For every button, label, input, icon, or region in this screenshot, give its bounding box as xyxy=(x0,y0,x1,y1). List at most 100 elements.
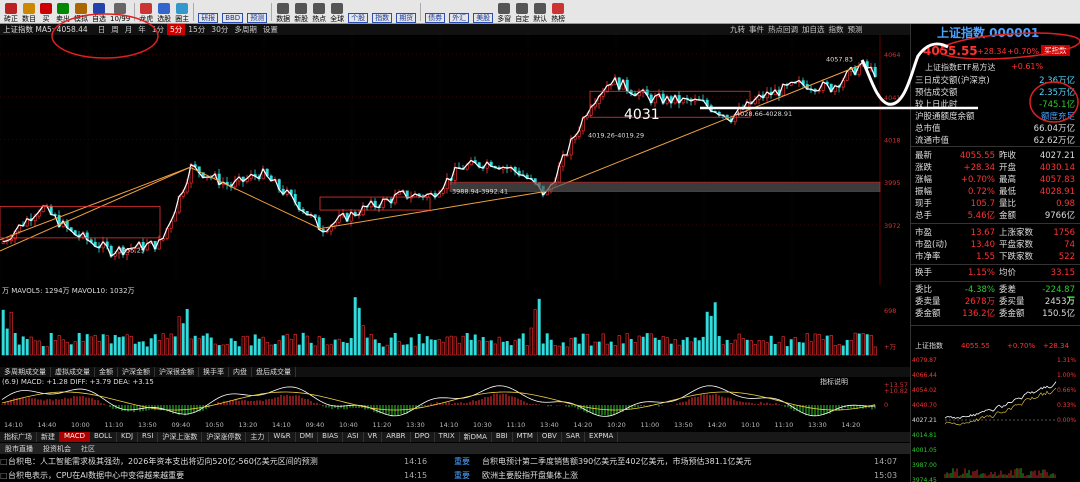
toolbar-label: 砖正 xyxy=(4,15,18,23)
toolbar-button-3[interactable]: 卖出 xyxy=(54,0,72,23)
indicator-tab-13[interactable]: VR xyxy=(364,432,383,442)
period-3[interactable]: 年 xyxy=(135,24,149,35)
right-menu-5[interactable]: 预测 xyxy=(846,24,865,35)
indicator-tab-3[interactable]: BOLL xyxy=(90,432,117,442)
toolbar-label: 数据 xyxy=(276,15,291,23)
news-tab-1[interactable]: 投资机会 xyxy=(38,444,76,454)
volume-tab-1[interactable]: 虚拟成交量 xyxy=(51,367,95,377)
indicator-tab-17[interactable]: 新DMA xyxy=(460,432,492,442)
indicator-tab-1[interactable]: 新建 xyxy=(37,432,60,442)
toolbar-button-8[interactable]: 龙虎 xyxy=(137,0,155,23)
time-tick: 10:20 xyxy=(607,421,626,429)
volume-tab-2[interactable]: 金额 xyxy=(95,367,118,377)
indicator-tab-14[interactable]: ARBR xyxy=(382,432,411,442)
toolbar-button-19[interactable]: 全球 xyxy=(328,0,346,23)
right-menu-1[interactable]: 事件 xyxy=(747,24,766,35)
mini-intraday-chart[interactable]: 上证指数 4055.55 +0.70% +28.34 4079.87 4066.44 405… xyxy=(911,338,1080,482)
indicator-tab-6[interactable]: 沪深上涨数 xyxy=(158,432,203,442)
volume-tab-5[interactable]: 换手率 xyxy=(199,367,229,377)
indicator-tab-12[interactable]: ASI xyxy=(343,432,364,442)
toolbar-button-28[interactable]: 自定 xyxy=(513,0,531,23)
indicator-tab-16[interactable]: TRIX xyxy=(435,432,460,442)
toolbar-button-20[interactable]: 个股 xyxy=(346,0,370,23)
kline-chart[interactable]: 4064 4041 4018 3995 3972 4057.83 4019.26-4019.… xyxy=(0,35,910,285)
toolbar-button-13[interactable]: BBD xyxy=(220,0,245,23)
toolbar-button-10[interactable]: 圈主 xyxy=(173,0,191,23)
toolbar-button-18[interactable]: 热点 xyxy=(310,0,328,23)
indicator-tab-18[interactable]: BBI xyxy=(492,432,513,442)
toolbar-button-24[interactable]: 债券 xyxy=(423,0,447,23)
toolbar-button-14[interactable]: 预测 xyxy=(245,0,269,23)
news-tab-0[interactable]: 股市直播 xyxy=(0,444,38,454)
news-headline: 台积电：人工智能需求极其强劲，2026年资本支出将迈向520亿-560亿美元区间… xyxy=(8,456,318,466)
toolbar-button-6[interactable]: 10/99 xyxy=(108,0,132,23)
news-tab-2[interactable]: 社区 xyxy=(76,444,100,454)
period-0[interactable]: 日 xyxy=(95,24,109,35)
etf-name[interactable]: 上证指数ETF易方达 xyxy=(925,62,996,73)
indicator-tab-2[interactable]: MACD xyxy=(60,432,90,442)
volume-bar xyxy=(105,335,109,356)
indicator-tab-9[interactable]: W&R xyxy=(269,432,296,442)
news-row[interactable]: □ 台积电表示，CPU在AI数据中心中变得越来越重要 14:15 重要 欧洲主要股指开盘… xyxy=(0,468,910,482)
indicator-tab-19[interactable]: MTM xyxy=(513,432,538,442)
volume-bar xyxy=(273,343,277,356)
indicator-tab-15[interactable]: DPO xyxy=(411,432,435,442)
period-1[interactable]: 周 xyxy=(108,24,122,35)
indicator-tab-8[interactable]: 主力 xyxy=(246,432,270,442)
toolbar-button-12[interactable]: 研报 xyxy=(196,0,220,23)
volume-tab-6[interactable]: 内盘 xyxy=(229,367,252,377)
indicator-tab-21[interactable]: SAR xyxy=(562,432,586,442)
period-4[interactable]: 1分 xyxy=(149,24,167,35)
right-menu-2[interactable]: 热点回调 xyxy=(766,24,800,35)
toolbar-button-9[interactable]: 选股 xyxy=(155,0,173,23)
quote-label: 委差 xyxy=(999,285,1017,295)
volume-tab-4[interactable]: 沪深很金额 xyxy=(155,367,199,377)
toolbar-button-0[interactable]: 砖正 xyxy=(2,0,20,23)
indicator-tab-5[interactable]: RSI xyxy=(138,432,159,442)
volume-tab-7[interactable]: 盘后成交量 xyxy=(252,367,296,377)
toolbar-button-26[interactable]: 美股 xyxy=(471,0,495,23)
toolbar-icon xyxy=(5,3,17,14)
macd-label: (6.9) MACD: +1.28 DIFF: +3.79 DEA: +3.15 xyxy=(2,378,154,386)
buy-index-button[interactable]: 买指数 xyxy=(1041,45,1070,56)
right-menu-3[interactable]: 加自选 xyxy=(800,24,827,35)
toolbar-button-25[interactable]: 外汇 xyxy=(447,0,471,23)
period-6[interactable]: 15分 xyxy=(185,24,208,35)
news-row[interactable]: □ 台积电：人工智能需求极其强劲，2026年资本支出将迈向520亿-560亿美元区… xyxy=(0,454,910,468)
period-9[interactable]: 设置 xyxy=(260,24,281,35)
toolbar-button-16[interactable]: 数据 xyxy=(274,0,292,23)
toolbar-button-17[interactable]: 新股 xyxy=(292,0,310,23)
volume-bar xyxy=(633,342,637,356)
toolbar-button-2[interactable]: 买 xyxy=(38,0,54,23)
time-tick: 10:00 xyxy=(71,421,90,429)
volume-tab-0[interactable]: 多周期成交量 xyxy=(0,367,51,377)
period-2[interactable]: 月 xyxy=(122,24,136,35)
toolbar-button-30[interactable]: 热榜 xyxy=(549,0,567,23)
volume-bar xyxy=(365,337,369,356)
volume-bar xyxy=(333,339,337,356)
indicator-tab-0[interactable]: 指标广场 xyxy=(0,432,37,442)
indicator-tab-20[interactable]: OBV xyxy=(538,432,562,442)
toolbar-button-22[interactable]: 期货 xyxy=(394,0,418,23)
volume-bar xyxy=(297,344,301,356)
volume-tab-3[interactable]: 沪深金额 xyxy=(118,367,155,377)
indicator-tab-4[interactable]: KDJ xyxy=(117,432,139,442)
right-menu-0[interactable]: 九转 xyxy=(728,24,747,35)
toolbar-button-27[interactable]: 多窗 xyxy=(495,0,513,23)
toolbar-button-21[interactable]: 指数 xyxy=(370,0,394,23)
indicator-tab-11[interactable]: BIAS xyxy=(318,432,344,442)
period-7[interactable]: 30分 xyxy=(208,24,231,35)
toolbar-button-1[interactable]: 数目 xyxy=(20,0,38,23)
toolbar-button-4[interactable]: 模拟 xyxy=(72,0,90,23)
period-8[interactable]: 多周期 xyxy=(231,24,260,35)
panel-indicator: 上证指数 MA5: 4058.44 xyxy=(3,25,88,34)
period-5[interactable]: 5分 xyxy=(166,24,186,35)
right-menu-4[interactable]: 指数 xyxy=(827,24,846,35)
indicator-tab-10[interactable]: DMI xyxy=(296,432,319,442)
volume-pane[interactable]: 万 MAVOL5: 1294万 MAVOL10: 1032万 698 +万 xyxy=(0,285,910,360)
volume-bar xyxy=(749,340,753,356)
toolbar-button-5[interactable]: 自选 xyxy=(90,0,108,23)
toolbar-button-29[interactable]: 默认 xyxy=(531,0,549,23)
indicator-tab-7[interactable]: 沪深涨停数 xyxy=(202,432,247,442)
indicator-tab-22[interactable]: EXPMA xyxy=(585,432,619,442)
